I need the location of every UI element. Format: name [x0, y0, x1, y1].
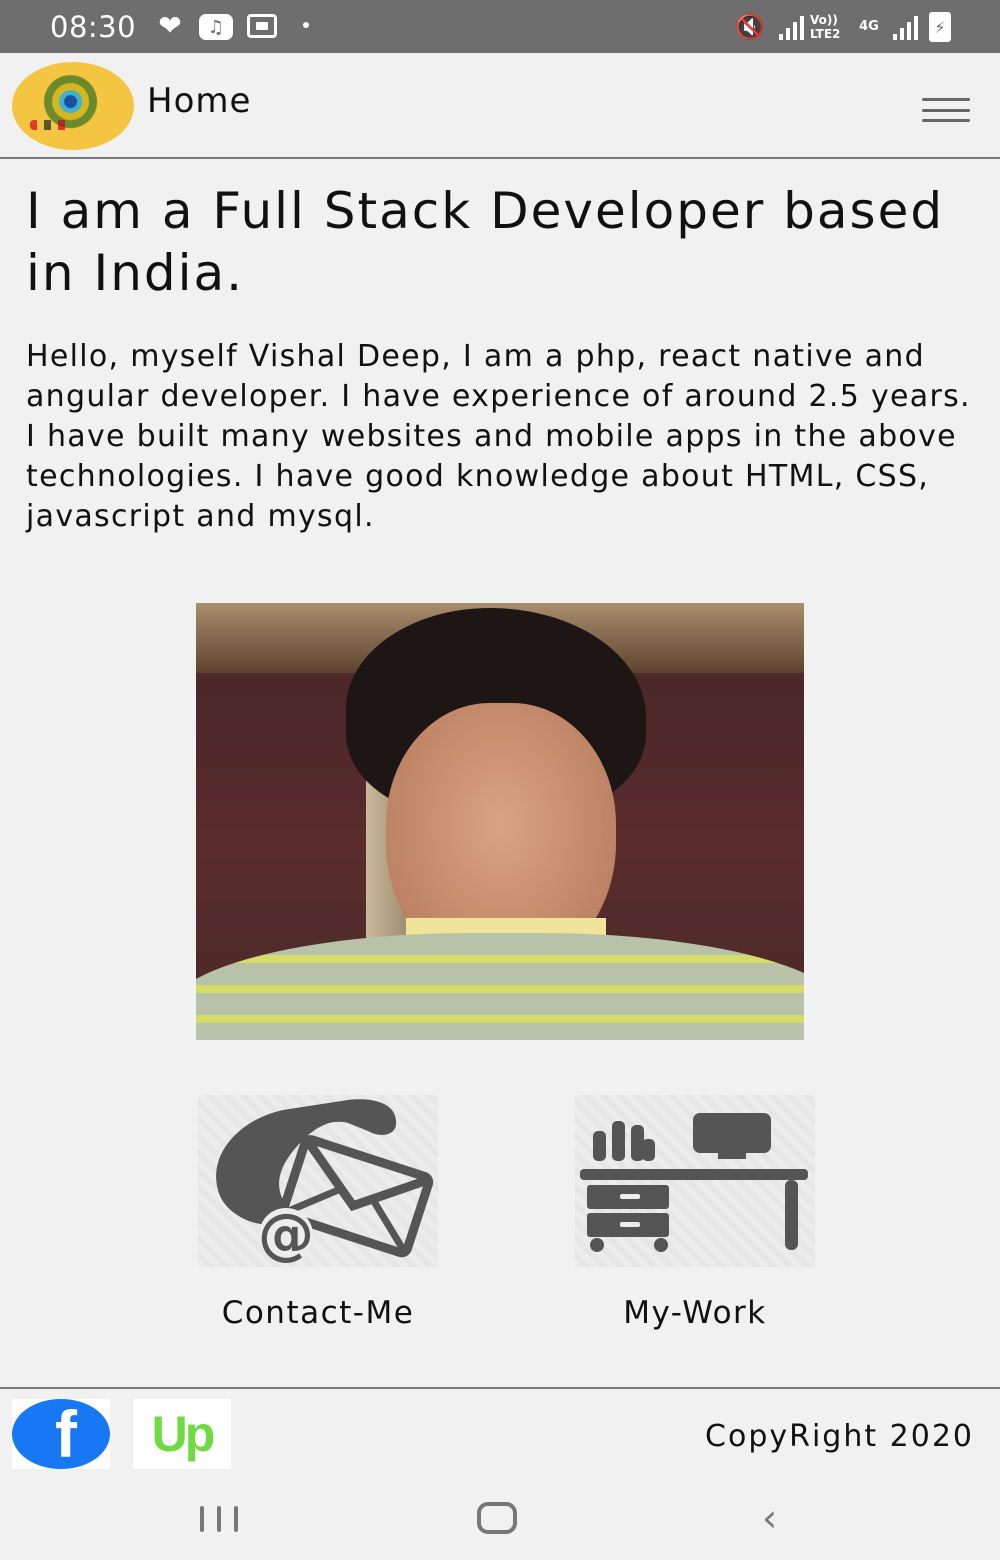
- facebook-link[interactable]: f: [12, 1399, 110, 1469]
- phone-mail-icon: @: [216, 1099, 434, 1267]
- desk-workstation-icon: [580, 1113, 808, 1252]
- screen-recorder-icon: [247, 14, 277, 38]
- network-4g-icon: 4G: [859, 19, 879, 34]
- mute-icon: 🔇: [735, 13, 765, 41]
- recent-apps-icon[interactable]: [200, 1506, 238, 1532]
- status-bar: 08:30 ❤ ♫ 🔇 Vo)) LTE2 4G ⚡: [0, 0, 1000, 53]
- signal-strength-icon: [776, 14, 806, 40]
- music-notification-icon: ♫: [199, 14, 233, 40]
- back-icon[interactable]: ‹: [762, 1498, 796, 1538]
- upwork-icon: Up: [151, 1406, 216, 1462]
- battery-charging-icon: ⚡: [929, 12, 951, 42]
- signal-strength-2-icon: [890, 14, 920, 40]
- headline: I am a Full Stack Developer based in Ind…: [26, 182, 945, 302]
- facebook-icon: f: [12, 1399, 110, 1469]
- system-nav-bar: ‹: [0, 1484, 1000, 1560]
- page-title[interactable]: Home: [147, 81, 251, 121]
- home-icon[interactable]: [477, 1502, 517, 1534]
- contact-me-link[interactable]: Contact-Me: [168, 1295, 468, 1331]
- hamburger-menu-icon[interactable]: [922, 98, 970, 122]
- footer: f Up CopyRight 2020: [0, 1387, 1000, 1484]
- copyright-text: CopyRight 2020: [705, 1419, 974, 1454]
- peacock-feather-logo[interactable]: [12, 62, 134, 150]
- status-time: 08:30: [50, 10, 137, 44]
- contact-me-tile[interactable]: @: [198, 1095, 438, 1267]
- volte-icon: Vo)) LTE2: [810, 13, 841, 41]
- health-heart-icon: ❤: [158, 9, 182, 42]
- my-work-tile[interactable]: [575, 1095, 815, 1267]
- app-header: Home: [0, 53, 1000, 159]
- intro-paragraph: Hello, myself Vishal Deep, I am a php, r…: [26, 339, 971, 534]
- upwork-link[interactable]: Up: [133, 1399, 231, 1469]
- profile-photo: [196, 603, 804, 1040]
- svg-text:@: @: [258, 1202, 314, 1267]
- my-work-link[interactable]: My-Work: [545, 1295, 845, 1331]
- more-notifications-dot-icon: [303, 22, 309, 28]
